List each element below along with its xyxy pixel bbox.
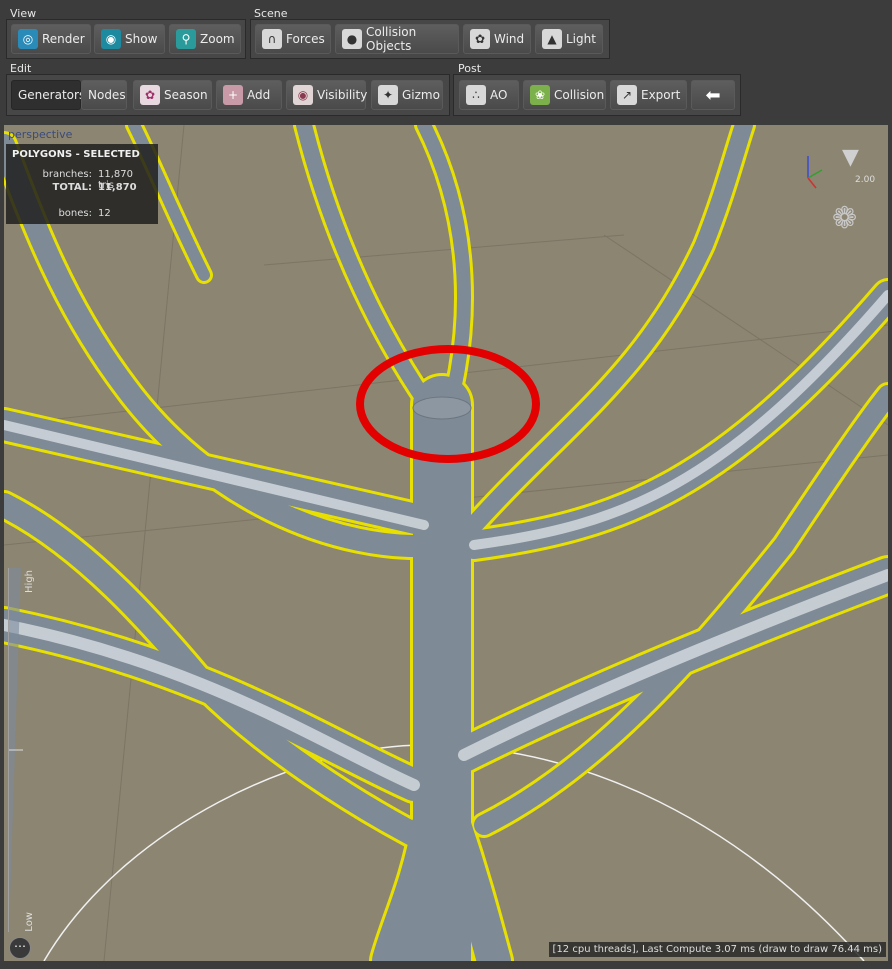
visibility-button[interactable]: ◉ Visibility: [286, 80, 368, 110]
add-button[interactable]: + Add: [216, 80, 282, 110]
nodes-label: Nodes: [88, 88, 126, 102]
branches-label: branches:: [42, 169, 93, 180]
polygon-stats-panel: POLYGONS - SELECTED branches: 11,870 tri…: [6, 144, 158, 224]
magnet-icon: ∩: [262, 29, 282, 49]
export-icon: ↗: [617, 85, 637, 105]
collision-objects-label: Collision Objects: [366, 25, 417, 53]
leaf-icon: ❀: [530, 85, 550, 105]
total-value: 11,870: [98, 182, 137, 193]
collision-objects-button[interactable]: ● Collision Objects: [335, 24, 459, 54]
wind-fan-icon[interactable]: ❁: [832, 201, 872, 241]
add-label: Add: [247, 88, 271, 102]
export-button[interactable]: ↗ Export: [610, 80, 687, 110]
ao-icon: ∴: [466, 85, 486, 105]
ao-label: AO: [490, 88, 508, 102]
lamp-icon: ▲: [542, 29, 562, 49]
forces-button[interactable]: ∩ Forces: [255, 24, 331, 54]
back-button[interactable]: ⬅: [691, 80, 735, 110]
collision-icon: ●: [342, 29, 362, 49]
trunk-cut-top: [412, 396, 472, 420]
more-options-button[interactable]: ⋯: [9, 937, 31, 959]
gizmo-button[interactable]: ✦ Gizmo: [371, 80, 443, 110]
stats-title: POLYGONS - SELECTED: [12, 149, 140, 160]
bones-value: 12: [98, 208, 111, 219]
forces-label: Forces: [286, 32, 325, 46]
season-icon: ✿: [140, 85, 160, 105]
zoom-label: Zoom: [200, 32, 235, 46]
ao-button[interactable]: ∴ AO: [459, 80, 519, 110]
light-direction-icon[interactable]: ▼: [842, 145, 870, 173]
light-label: Light: [566, 32, 596, 46]
eye-icon: ◉: [101, 29, 121, 49]
back-arrow-icon: ⬅: [705, 84, 721, 106]
add-icon: +: [223, 85, 243, 105]
eyeball-icon: ◉: [293, 85, 313, 105]
render-label: Render: [42, 32, 85, 46]
generators-label: Generators: [18, 88, 86, 102]
gizmo-icon: ✦: [378, 85, 398, 105]
visibility-label: Visibility: [317, 88, 368, 102]
lod-low-label: Low: [24, 912, 35, 932]
nodes-tab[interactable]: Nodes: [81, 80, 127, 110]
wind-label: Wind: [494, 32, 525, 46]
light-intensity-value: 2.00: [855, 175, 876, 185]
zoom-button[interactable]: ⚲ Zoom: [169, 24, 241, 54]
fan-icon: ✿: [470, 29, 490, 49]
3d-viewport[interactable]: ▼ 2.00 ❁: [4, 125, 888, 961]
show-button[interactable]: ◉ Show: [94, 24, 165, 54]
compute-status: [12 cpu threads], Last Compute 3.07 ms (…: [548, 942, 886, 957]
gizmo-label: Gizmo: [402, 88, 440, 102]
collision-label: Collision: [554, 88, 605, 102]
collision-button[interactable]: ❀ Collision: [523, 80, 606, 110]
viewport-mode-label[interactable]: perspective: [8, 128, 72, 141]
total-label: TOTAL:: [52, 182, 92, 193]
export-label: Export: [641, 88, 681, 102]
season-label: Season: [164, 88, 208, 102]
magnifier-icon: ⚲: [176, 29, 196, 49]
season-button[interactable]: ✿ Season: [133, 80, 212, 110]
globe-icon: ◎: [18, 29, 38, 49]
lod-slider[interactable]: [8, 568, 23, 932]
show-label: Show: [125, 32, 158, 46]
wind-button[interactable]: ✿ Wind: [463, 24, 531, 54]
tree-branches: [4, 125, 888, 961]
axis-gizmo-icon[interactable]: [798, 150, 828, 190]
render-button[interactable]: ◎ Render: [11, 24, 91, 54]
lod-high-label: High: [24, 570, 35, 593]
light-button[interactable]: ▲ Light: [535, 24, 603, 54]
tree-scene: [4, 125, 888, 961]
bones-label: bones:: [58, 208, 92, 219]
generators-tab[interactable]: Generators: [11, 80, 85, 110]
